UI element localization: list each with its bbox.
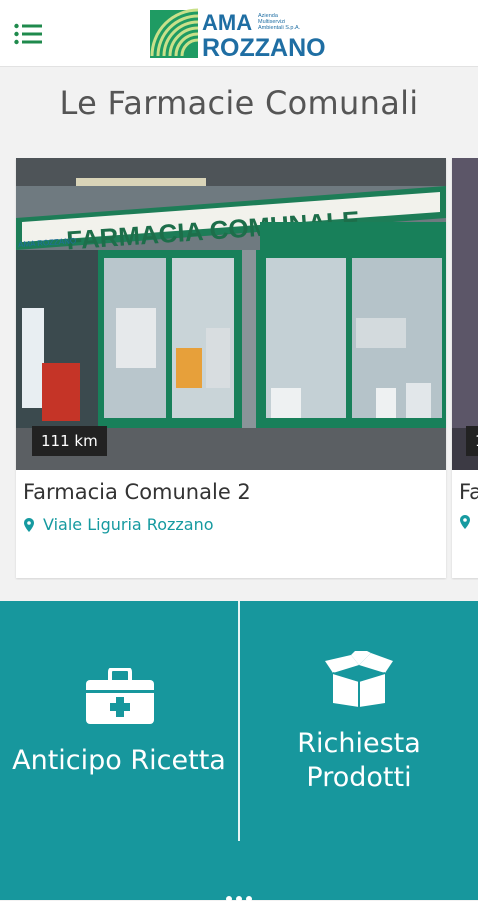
pharmacy-name[interactable]: Farmacia Comunale 2 (23, 480, 251, 504)
distance-badge: 1 (466, 426, 478, 456)
pharmacy-address-text: Viale Liguria Rozzano (43, 515, 214, 534)
pharmacy-name[interactable]: Fa (459, 480, 478, 504)
pharmacy-card[interactable]: 1 Fa (452, 158, 478, 578)
pharmacy-carousel[interactable]: FARMACIA COMUNALE AMA ROZZANO 111 km Far… (0, 158, 478, 580)
first-aid-kit-icon (86, 668, 154, 724)
anticipo-ricetta-button[interactable]: Anticipo Ricetta (0, 601, 238, 851)
anticipo-ricetta-label: Anticipo Ricetta (12, 745, 226, 776)
ama-rozzano-logo: AMA Azienda Multiservizi Ambientali S.p.… (150, 8, 326, 60)
app-header: AMA Azienda Multiservizi Ambientali S.p.… (0, 0, 478, 67)
logo-text-ama: AMA (202, 10, 252, 35)
pharmacy-photo: FARMACIA COMUNALE AMA ROZZANO 111 km (16, 158, 446, 470)
location-pin-icon (24, 517, 34, 532)
pharmacy-address[interactable]: Viale Liguria Rozzano (24, 515, 214, 534)
hamburger-menu-icon[interactable] (14, 23, 42, 45)
richiesta-prodotti-label: Richiesta Prodotti (297, 728, 421, 793)
pharmacy-card[interactable]: FARMACIA COMUNALE AMA ROZZANO 111 km Far… (16, 158, 446, 578)
distance-badge: 111 km (32, 426, 107, 456)
pharmacy-photo: 1 (452, 158, 478, 470)
location-pin-icon (460, 515, 470, 529)
page-title: Le Farmacie Comunali (59, 84, 419, 122)
logo-text-rozzano: ROZZANO (202, 34, 326, 60)
pharmacy-address[interactable] (460, 515, 478, 529)
action-panel: Anticipo Ricetta Richiesta Prodotti (0, 601, 478, 901)
richiesta-prodotti-button[interactable]: Richiesta Prodotti (240, 601, 478, 851)
logo-tagline-3: Ambientali S.p.A. (258, 25, 301, 31)
open-box-icon (325, 651, 393, 707)
